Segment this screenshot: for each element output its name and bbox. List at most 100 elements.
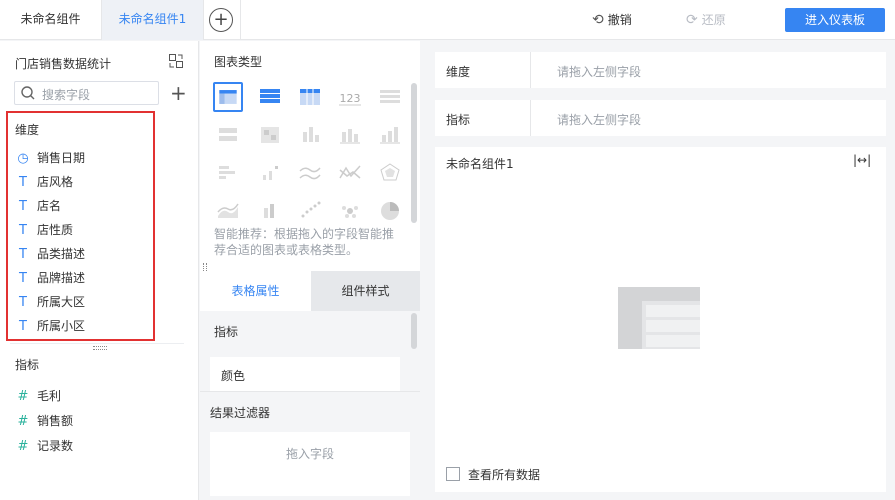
field-label: 记录数: [37, 439, 74, 453]
chart-type-title: 图表类型: [214, 55, 263, 69]
field-label: 销售额: [37, 414, 74, 428]
line-chart-icon[interactable]: [295, 158, 325, 188]
search-icon: [21, 86, 35, 100]
cross-table-icon[interactable]: [295, 82, 325, 112]
expand-width-icon[interactable]: |↔|: [853, 153, 871, 167]
undo-icon: ⟲: [592, 12, 604, 28]
preview-area: 维度 请拖入左侧字段 指标 请拖入左侧字段 未命名组件1 |↔| 查看所有数据: [421, 41, 895, 500]
field-label: 销售日期: [37, 151, 86, 165]
bubble-chart-icon[interactable]: [335, 196, 365, 226]
dimension-axis-label: 维度: [446, 65, 471, 79]
result-filter-label: 结果过滤器: [210, 406, 271, 420]
component-title: 未命名组件1: [446, 157, 514, 171]
add-field-icon[interactable]: +: [170, 81, 187, 105]
metric-drop-placeholder: 请拖入左侧字段: [557, 113, 642, 127]
top-bar: 未命名组件 未命名组件1 + ⟲ 撤销 ⟳ 还原 进入仪表板: [0, 0, 895, 40]
text-type-icon: T: [19, 271, 27, 286]
dataset-title: 门店销售数据统计: [15, 57, 112, 71]
switch-dataset-icon[interactable]: [168, 53, 184, 69]
measure-field-record-count[interactable]: # 记录数: [15, 436, 73, 456]
color-setting[interactable]: 颜色: [210, 357, 400, 391]
number-type-icon: #: [17, 389, 29, 404]
filter-drop-zone[interactable]: 拖入字段: [210, 432, 410, 496]
dot-column-icon[interactable]: [255, 158, 285, 188]
enter-dashboard-button[interactable]: 进入仪表板: [785, 8, 885, 32]
field-label: 店风格: [37, 175, 74, 189]
tab-component[interactable]: 未命名组件: [0, 0, 102, 40]
number-type-icon: #: [17, 414, 29, 429]
card-table-icon[interactable]: [213, 120, 243, 150]
measure-field-gross-profit[interactable]: # 毛利: [15, 386, 61, 406]
component-canvas: 未命名组件1 |↔| 查看所有数据: [435, 147, 886, 492]
field-label: 品牌描述: [37, 271, 86, 285]
clock-icon: ◷: [17, 151, 29, 166]
drop-field-placeholder: 拖入字段: [285, 447, 334, 461]
checkbox-box[interactable]: [446, 467, 460, 481]
dimension-field-sales-date[interactable]: ◷ 销售日期: [15, 148, 85, 168]
tab-component-1[interactable]: 未命名组件1: [102, 0, 204, 40]
redo-button[interactable]: ⟳ 还原: [686, 11, 726, 28]
text-type-icon: T: [19, 319, 27, 334]
bar-chart-icon[interactable]: [213, 158, 243, 188]
field-label: 所属小区: [37, 319, 86, 333]
smart-recommend-hint: 智能推荐：根据拖入的字段智能推荐合适的图表或表格类型。: [214, 227, 395, 257]
text-type-icon: T: [19, 295, 27, 310]
dimension-drop-placeholder: 请拖入左侧字段: [557, 65, 642, 79]
dimension-field-subregion[interactable]: T 所属小区: [15, 316, 85, 336]
separator: [530, 100, 531, 136]
field-label: 毛利: [37, 389, 62, 403]
dimension-field-category[interactable]: T 品类描述: [15, 244, 85, 264]
grouped-table-icon[interactable]: [213, 82, 243, 112]
dimension-field-store-name[interactable]: T 店名: [15, 196, 61, 216]
polyline-chart-icon[interactable]: [335, 158, 365, 188]
tab-table-properties[interactable]: 表格属性: [200, 271, 311, 311]
kpi-number-icon[interactable]: 123: [335, 82, 365, 112]
separator: [530, 52, 531, 88]
dimension-field-region[interactable]: T 所属大区: [15, 292, 85, 312]
property-area: 指标 颜色: [200, 311, 420, 391]
metric-property-label: 指标: [214, 325, 239, 339]
field-label: 品类描述: [37, 247, 86, 261]
undo-label: 撤销: [607, 13, 632, 27]
property-scrollbar[interactable]: [411, 313, 417, 349]
chart-type-scrollbar[interactable]: [411, 83, 417, 223]
dimension-field-store-style[interactable]: T 店风格: [15, 172, 73, 192]
number-type-icon: #: [17, 439, 29, 454]
svg-text:123: 123: [340, 92, 361, 105]
area-chart-icon[interactable]: [213, 196, 243, 226]
range-column-icon[interactable]: [255, 196, 285, 226]
metric-drop-zone[interactable]: 指标 请拖入左侧字段: [435, 100, 886, 136]
scatter-chart-icon[interactable]: [295, 196, 325, 226]
column-chart-icon[interactable]: [375, 120, 405, 150]
pie-chart-icon[interactable]: [375, 196, 405, 226]
field-label: 店名: [37, 199, 62, 213]
dimensions-header: 维度: [15, 123, 40, 137]
radar-chart-icon[interactable]: [375, 158, 405, 188]
undo-button[interactable]: ⟲ 撤销: [592, 11, 632, 28]
empty-table-illustration: [618, 287, 700, 349]
add-tab-icon[interactable]: +: [209, 8, 233, 32]
dimension-field-store-nature[interactable]: T 店性质: [15, 220, 73, 240]
search-placeholder: 搜索字段: [42, 88, 91, 102]
property-tabs: 表格属性 组件样式: [200, 271, 420, 311]
dimension-field-brand[interactable]: T 品牌描述: [15, 268, 85, 288]
heatmap-icon[interactable]: [255, 120, 285, 150]
tab-component-style[interactable]: 组件样式: [311, 271, 420, 311]
search-input[interactable]: 搜索字段: [14, 81, 159, 105]
redo-label: 还原: [701, 13, 726, 27]
text-type-icon: T: [19, 175, 27, 190]
resize-handle[interactable]: [93, 346, 107, 350]
text-type-icon: T: [19, 223, 27, 238]
text-type-icon: T: [19, 247, 27, 262]
measure-field-sales[interactable]: # 销售额: [15, 411, 73, 431]
field-label: 所属大区: [37, 295, 86, 309]
stacked-column-icon[interactable]: [295, 120, 325, 150]
result-filter-area: 结果过滤器 拖入字段: [200, 391, 420, 500]
detail-table-icon[interactable]: [255, 82, 285, 112]
text-table-icon[interactable]: [375, 82, 405, 112]
field-label: 店性质: [37, 223, 74, 237]
grouped-column-icon[interactable]: [335, 120, 365, 150]
tab-separator: [240, 0, 241, 40]
text-type-icon: T: [19, 199, 27, 214]
dimension-drop-zone[interactable]: 维度 请拖入左侧字段: [435, 52, 886, 88]
